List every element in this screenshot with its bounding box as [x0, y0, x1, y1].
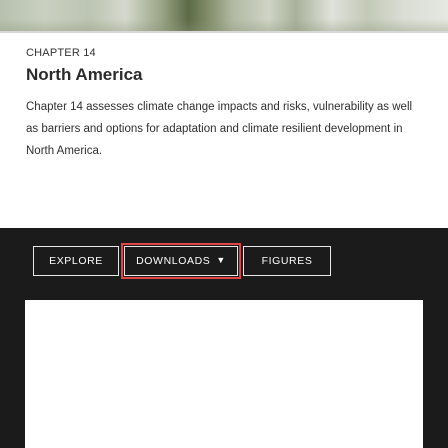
content-card — [25, 300, 423, 448]
banner-divider — [0, 31, 448, 33]
chapter-actions: EXPLORE DOWNLOADS ▼ FIGURES — [33, 243, 331, 279]
page-title: North America — [26, 65, 143, 84]
downloads-button-label: DOWNLOADS — [136, 255, 211, 267]
figures-button-label: FIGURES — [261, 255, 313, 267]
downloads-dropdown-button[interactable]: DOWNLOADS ▼ — [121, 243, 241, 279]
figures-button[interactable]: FIGURES — [243, 246, 331, 276]
chapter-description: Chapter 14 assesses climate change impac… — [26, 101, 413, 157]
explore-button[interactable]: EXPLORE — [33, 246, 119, 276]
page: CHAPTER 14 North America Chapter 14 asse… — [0, 0, 448, 448]
banner-image — [0, 0, 448, 31]
chapter-eyebrow: CHAPTER 14 — [26, 47, 96, 59]
chapter-banner — [0, 0, 448, 34]
explore-button-label: EXPLORE — [49, 255, 103, 267]
chevron-down-icon: ▼ — [216, 255, 226, 265]
chapter-intro: CHAPTER 14 North America Chapter 14 asse… — [26, 46, 426, 162]
